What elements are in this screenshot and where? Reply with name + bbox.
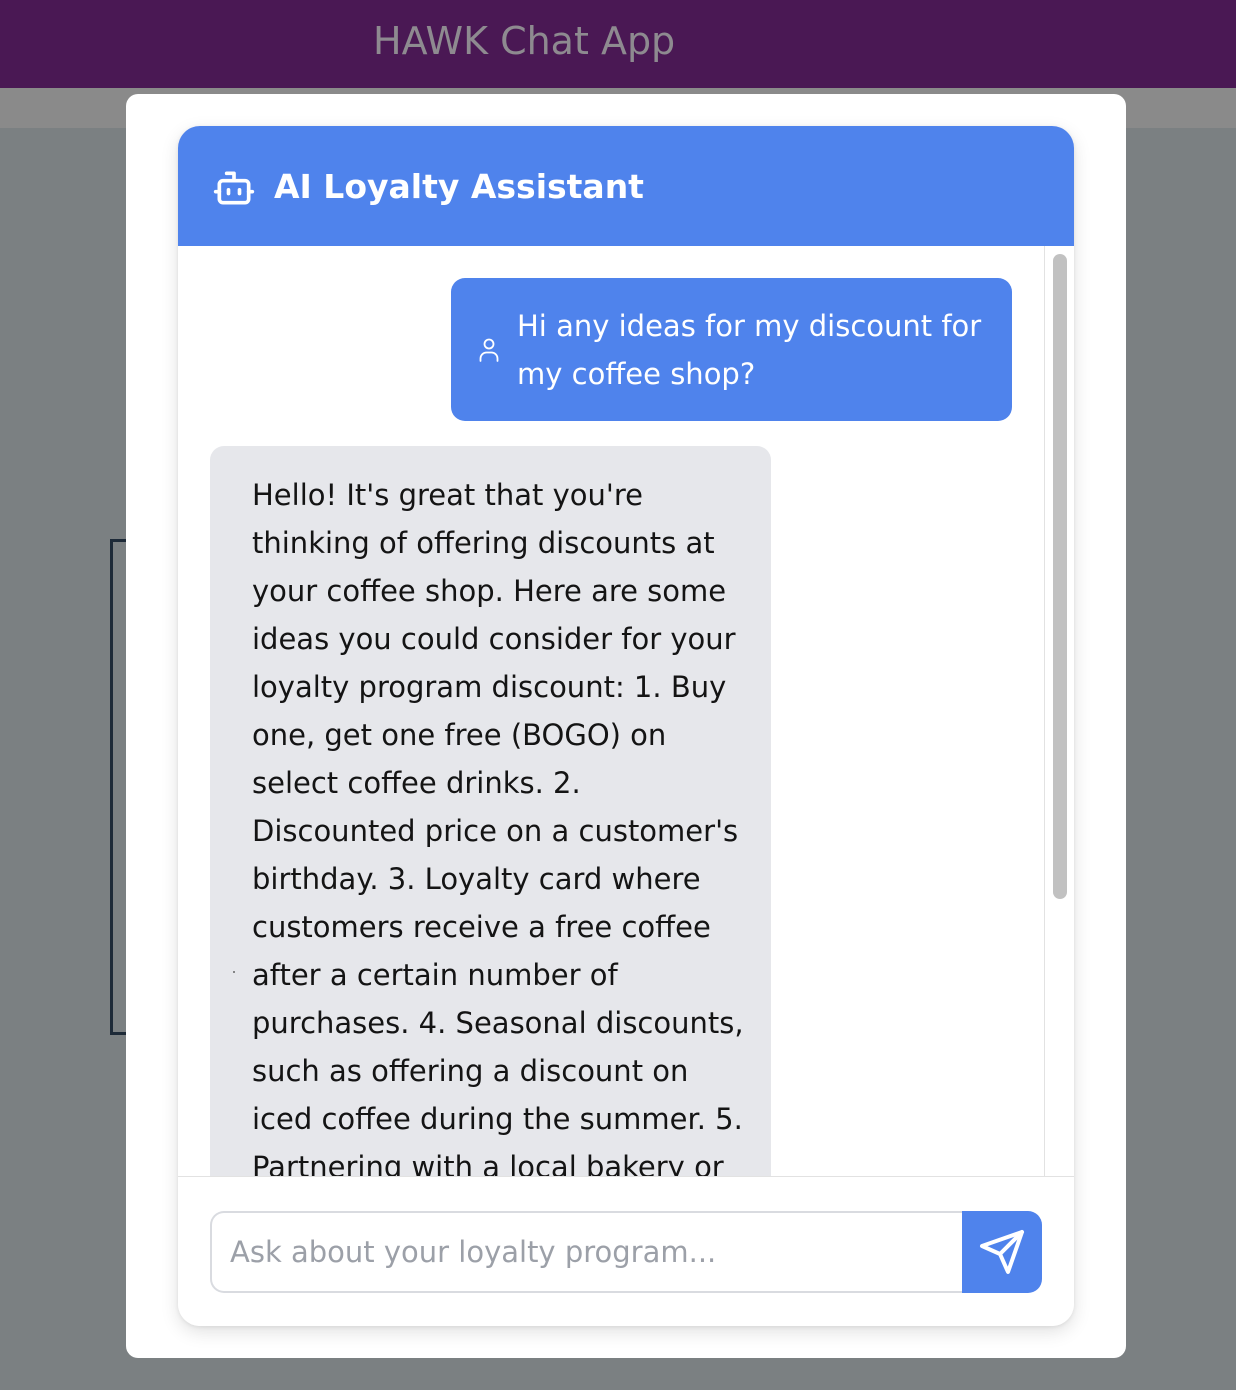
scrollbar-thumb[interactable] bbox=[1053, 254, 1067, 899]
app-title: HAWK Chat App bbox=[373, 19, 676, 63]
assistant-message: Hello! It's great that you're thinking o… bbox=[210, 446, 771, 1176]
assistant-avatar-icon bbox=[233, 971, 235, 973]
robot-icon bbox=[213, 171, 255, 205]
chat-header: AI Loyalty Assistant bbox=[178, 126, 1074, 246]
chat-input-area bbox=[178, 1176, 1074, 1326]
send-button[interactable] bbox=[962, 1211, 1042, 1293]
user-message: Hi any ideas for my discount for my coff… bbox=[451, 278, 1012, 421]
chat-input[interactable] bbox=[210, 1211, 962, 1293]
user-message-text: Hi any ideas for my discount for my coff… bbox=[517, 309, 982, 391]
message-list[interactable]: Hi any ideas for my discount for my coff… bbox=[178, 246, 1044, 1176]
user-icon bbox=[479, 338, 499, 362]
chat-window: AI Loyalty Assistant Hi any ideas for my… bbox=[178, 126, 1074, 1326]
assistant-message-text: Hello! It's great that you're thinking o… bbox=[252, 478, 744, 1176]
send-icon bbox=[980, 1230, 1024, 1274]
chat-modal: AI Loyalty Assistant Hi any ideas for my… bbox=[126, 94, 1126, 1358]
app-topbar: HAWK Chat App bbox=[0, 0, 1236, 88]
message-scrollbar[interactable] bbox=[1044, 246, 1074, 1176]
chat-title: AI Loyalty Assistant bbox=[274, 167, 644, 206]
